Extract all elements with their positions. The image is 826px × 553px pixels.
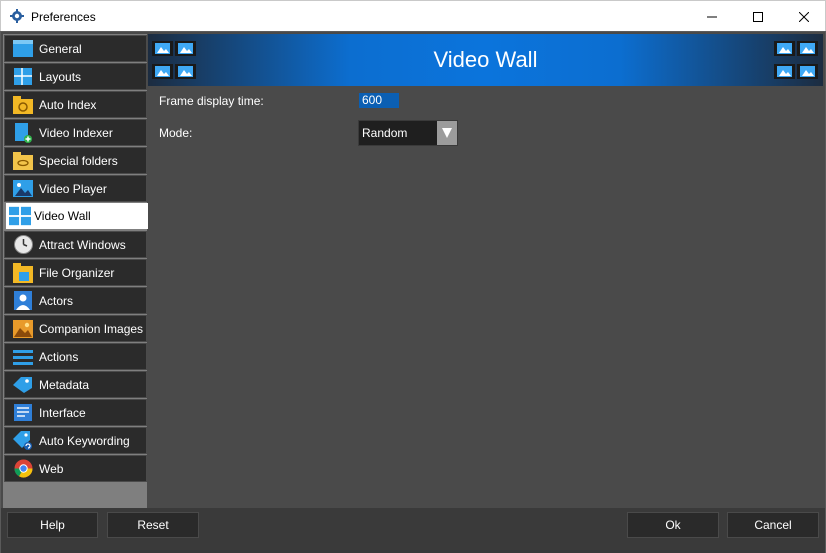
reset-button[interactable]: Reset (107, 512, 199, 538)
video-wall-icon (9, 206, 31, 226)
sidebar-item-video-indexer[interactable]: Video Indexer (4, 119, 147, 146)
sidebar-item-special-folders[interactable]: Special folders (4, 147, 147, 174)
sidebar-item-companion-images[interactable]: Companion Images (4, 315, 147, 342)
maximize-icon (753, 11, 763, 22)
sidebar-item-video-wall[interactable]: Video Wall (6, 203, 148, 229)
maximize-button[interactable] (735, 1, 781, 32)
film-strip-icon (797, 64, 818, 79)
preferences-panel: General Layouts Auto Index Video Indexer… (0, 31, 826, 553)
general-window-icon (12, 39, 34, 59)
tag-icon (12, 375, 34, 395)
film-strip-icon (774, 64, 795, 79)
file-organizer-icon (12, 262, 34, 283)
frame-display-time-input[interactable] (359, 93, 399, 108)
clock-icon (12, 235, 34, 255)
chrome-icon (12, 459, 34, 479)
video-indexer-icon (12, 122, 34, 143)
sidebar-item-auto-keywording[interactable]: Auto Keywording (4, 427, 147, 454)
sidebar-item-actions[interactable]: Actions (4, 343, 147, 370)
companion-images-icon (12, 319, 34, 339)
window-title: Preferences (31, 10, 96, 24)
layouts-grid-icon (12, 67, 34, 87)
sidebar-item-general[interactable]: General (4, 35, 147, 62)
mode-select-value: Random (362, 126, 408, 140)
sidebar-item-auto-index[interactable]: Auto Index (4, 91, 147, 118)
sidebar-item-layouts[interactable]: Layouts (4, 63, 147, 90)
film-strip-icon (797, 41, 818, 56)
chevron-down-icon[interactable] (437, 121, 457, 145)
ok-button[interactable]: Ok (627, 512, 719, 538)
auto-index-icon (12, 95, 34, 115)
sidebar-item-interface[interactable]: Interface (4, 399, 147, 426)
page-title: Video Wall (433, 47, 538, 72)
film-strip-icon (774, 41, 795, 56)
mode-label: Mode: (159, 126, 193, 140)
auto-keywording-icon (12, 430, 34, 451)
actor-icon (12, 291, 34, 311)
close-icon (799, 11, 809, 22)
sidebar-item-video-player[interactable]: Video Player (4, 175, 147, 202)
title-bar: Preferences (0, 0, 826, 31)
actions-icon (12, 347, 34, 367)
sidebar-item-file-organizer[interactable]: File Organizer (4, 259, 147, 286)
page-header-banner: Video Wall (148, 34, 823, 86)
sidebar-item-metadata[interactable]: Metadata (4, 371, 147, 398)
minimize-icon (707, 16, 717, 17)
sidebar-item-attract-windows[interactable]: Attract Windows (4, 231, 147, 258)
help-button[interactable]: Help (7, 512, 98, 538)
mode-select[interactable]: Random (358, 120, 458, 146)
special-folder-icon (12, 151, 34, 171)
sidebar-item-actors[interactable]: Actors (4, 287, 147, 314)
close-button[interactable] (781, 1, 826, 32)
sidebar: General Layouts Auto Index Video Indexer… (3, 34, 148, 508)
gear-icon (10, 9, 24, 23)
video-player-icon (12, 179, 34, 199)
frame-display-time-label: Frame display time: (159, 94, 264, 108)
cancel-button[interactable]: Cancel (727, 512, 819, 538)
sidebar-item-web[interactable]: Web (4, 455, 147, 482)
interface-icon (12, 403, 34, 423)
minimize-button[interactable] (689, 1, 735, 32)
